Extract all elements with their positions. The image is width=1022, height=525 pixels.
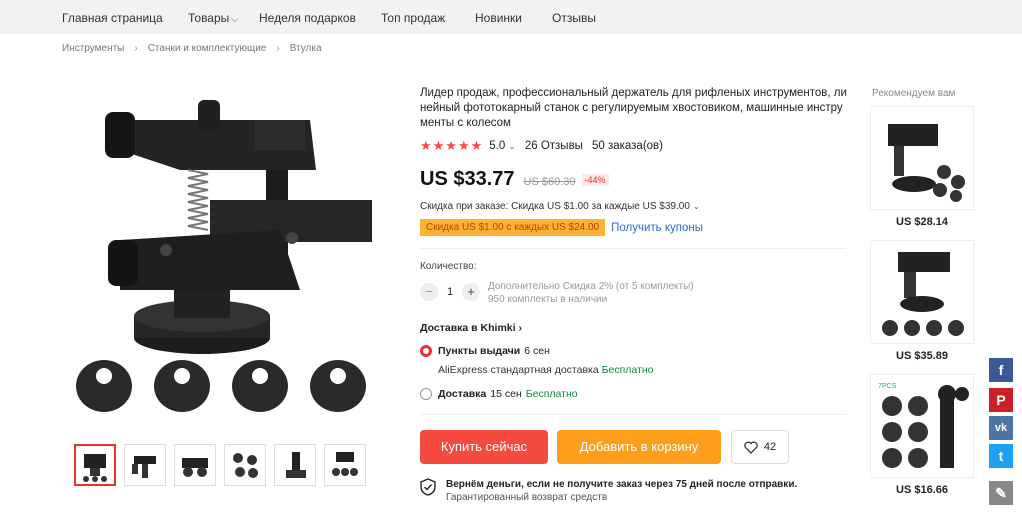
- pickup-option[interactable]: Пункты выдачи 6 сен: [420, 345, 550, 357]
- pickup-free: Бесплатно: [601, 364, 654, 376]
- nav-home[interactable]: Главная страница: [62, 11, 163, 25]
- thumbnail-3[interactable]: [174, 444, 216, 486]
- facebook-icon[interactable]: f: [989, 358, 1013, 382]
- chevron-right-icon: ›: [276, 43, 280, 54]
- buyer-protection: Вернём деньги, если не получите заказ че…: [420, 478, 797, 504]
- chevron-down-icon: ⌄: [692, 201, 701, 211]
- breadcrumb-bushing[interactable]: Втулка: [290, 43, 322, 54]
- wishlist-button[interactable]: 42: [731, 430, 789, 464]
- product-main-image[interactable]: [60, 90, 390, 420]
- coupon-row: Скидка US $1.00 с каждых US $24.00 Получ…: [420, 219, 703, 236]
- get-coupons-link[interactable]: Получить купоны: [611, 222, 703, 234]
- recommend-item-3[interactable]: 7PCS US $16.66: [870, 374, 974, 496]
- courier-days: 15 сен: [490, 388, 522, 400]
- price-row: US $33.77 US $60.30 -44%: [420, 168, 609, 191]
- pickup-label: Пункты выдачи: [438, 345, 521, 357]
- chevron-down-icon[interactable]: ⌄: [508, 141, 516, 152]
- old-price: US $60.30: [523, 176, 576, 188]
- quantity-decrease-button[interactable]: −: [420, 283, 438, 301]
- coupon-badge: Скидка US $1.00 с каждых US $24.00: [420, 219, 606, 236]
- thumbnail-1[interactable]: [74, 444, 116, 486]
- thumbnail-strip: [74, 444, 366, 486]
- quantity-stepper: − 1 +: [420, 283, 480, 301]
- twitter-icon[interactable]: t: [989, 444, 1013, 468]
- buy-now-button[interactable]: Купить сейчас: [420, 430, 548, 464]
- courier-label: Доставка: [438, 388, 487, 400]
- pinterest-icon[interactable]: P: [989, 388, 1013, 412]
- orders-count: 50 заказа(ов): [591, 140, 663, 152]
- recommend-item-1[interactable]: US $28.14: [870, 106, 974, 228]
- stock-note: 950 комплекты в наличии: [488, 294, 608, 305]
- star-icon: ★★★★★: [420, 138, 484, 153]
- pickup-carrier-row: AliExpress стандартная доставка Бесплатн…: [438, 364, 654, 376]
- reviews-link[interactable]: 26 Отзывы: [525, 140, 583, 152]
- radio-unselected-icon[interactable]: [420, 388, 432, 400]
- thumbnail-2[interactable]: [124, 444, 166, 486]
- quantity-value[interactable]: 1: [438, 286, 462, 298]
- top-navigation: Главная страница Товары ⌵ Неделя подарков…: [0, 0, 1022, 34]
- recommend-price: US $16.66: [896, 484, 948, 496]
- recommend-price: US $35.89: [896, 350, 948, 362]
- add-to-cart-button[interactable]: Добавить в корзину: [557, 430, 721, 464]
- courier-option[interactable]: Доставка 15 сен Бесплатно: [420, 388, 578, 400]
- nav-top-sales[interactable]: Топ продаж: [381, 11, 445, 25]
- quantity-increase-button[interactable]: +: [462, 283, 480, 301]
- current-price: US $33.77: [420, 168, 515, 190]
- chevron-right-icon: ›: [134, 43, 138, 54]
- guarantee-main: Вернём деньги, если не получите заказ че…: [446, 479, 798, 490]
- discount-badge: -44%: [581, 174, 609, 186]
- quantity-note: Дополнительно Скидка 2% (от 5 комплекты)…: [488, 280, 694, 306]
- quantity-label: Количество:: [420, 261, 477, 272]
- shield-check-icon: [420, 478, 436, 496]
- pencil-icon[interactable]: ✎: [989, 481, 1013, 505]
- courier-free: Бесплатно: [525, 388, 578, 400]
- recommend-image: [870, 240, 974, 344]
- nav-reviews[interactable]: Отзывы: [552, 11, 596, 25]
- recommend-image: 7PCS: [870, 374, 974, 478]
- delivery-location-label: Доставка в Khimki: [420, 322, 516, 334]
- delivery-location[interactable]: Доставка в Khimki ›: [420, 322, 522, 334]
- recommend-price: US $28.14: [896, 216, 948, 228]
- pickup-days: 6 сен: [524, 345, 550, 357]
- nav-gift-week[interactable]: Неделя подарков: [259, 11, 356, 25]
- breadcrumb: Инструменты › Станки и комплектующие › В…: [62, 43, 322, 54]
- breadcrumb-machines[interactable]: Станки и комплектующие: [148, 43, 267, 54]
- rating-value: 5.0: [489, 140, 506, 152]
- vk-icon[interactable]: vk: [989, 416, 1013, 440]
- guarantee-sub: Гарантированный возврат средств: [446, 492, 608, 503]
- order-discount-text: Скидка при заказе: Скидка US $1.00 за ка…: [420, 201, 690, 212]
- recommend-badge: 7PCS: [878, 383, 897, 390]
- divider: [420, 414, 846, 415]
- pickup-carrier: AliExpress стандартная доставка: [438, 364, 599, 376]
- recommend-image: [870, 106, 974, 210]
- thumbnail-5[interactable]: [274, 444, 316, 486]
- nav-products-label: Товары: [188, 11, 230, 25]
- knurling-tool-image: [76, 100, 372, 412]
- nav-products[interactable]: Товары ⌵: [188, 11, 238, 25]
- chevron-right-icon: ›: [518, 322, 522, 334]
- knurl-wheels: [76, 360, 366, 412]
- breadcrumb-tools[interactable]: Инструменты: [62, 43, 124, 54]
- chevron-down-icon: ⌵: [231, 14, 239, 24]
- order-discount[interactable]: Скидка при заказе: Скидка US $1.00 за ка…: [420, 201, 700, 212]
- divider: [420, 248, 846, 249]
- product-title: Лидер продаж, профессиональный держатель…: [420, 87, 847, 129]
- radio-selected-icon[interactable]: [420, 345, 432, 357]
- thumbnail-6[interactable]: [324, 444, 366, 486]
- recommend-item-2[interactable]: US $35.89: [870, 240, 974, 362]
- wishlist-count: 42: [763, 441, 777, 453]
- heart-icon: [744, 440, 758, 454]
- thumbnail-4[interactable]: [224, 444, 266, 486]
- bulk-discount-note: Дополнительно Скидка 2% (от 5 комплекты): [488, 281, 694, 292]
- nav-new[interactable]: Новинки: [475, 11, 522, 25]
- recommend-title: Рекомендуем вам: [872, 88, 956, 99]
- rating-row: ★★★★★ 5.0 ⌄ 26 Отзывы 50 заказа(ов): [420, 138, 663, 154]
